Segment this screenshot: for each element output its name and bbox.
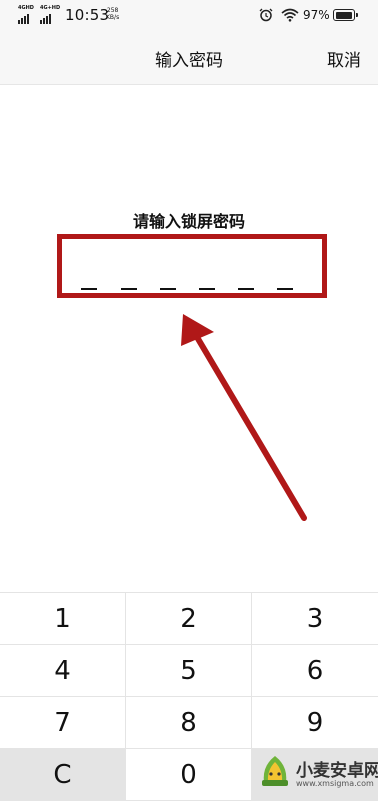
- cancel-button[interactable]: 取消: [327, 46, 361, 71]
- cellular-signal-1-icon: 4GHD: [18, 5, 36, 24]
- watermark-logo-icon: [262, 756, 288, 786]
- key-9[interactable]: 9: [252, 697, 378, 749]
- cellular-signal-2-icon: 4G+HD: [40, 5, 61, 24]
- wifi-icon: [281, 8, 299, 22]
- pin-input[interactable]: [57, 234, 327, 298]
- signal-1-tag: 4GHD: [18, 5, 34, 11]
- key-7[interactable]: 7: [0, 697, 126, 749]
- key-0[interactable]: 0: [126, 749, 252, 801]
- network-speed: 258 KB/s: [106, 7, 119, 21]
- signal-2-tag: 4G+HD: [40, 5, 61, 11]
- title-bar: 输入密码 取消: [0, 34, 378, 85]
- alarm-icon: [259, 8, 273, 22]
- watermark-text: 小麦安卓网: [296, 761, 378, 781]
- status-time: 10:53: [65, 6, 110, 24]
- battery-icon: [333, 9, 358, 21]
- pin-digit-slot: [121, 288, 137, 290]
- pin-digit-slot: [199, 288, 215, 290]
- pin-digit-slot: [160, 288, 176, 290]
- status-bar: 4GHD 4G+HD 10:53 258 KB/s 97%: [0, 0, 378, 34]
- pin-digit-slot: [238, 288, 254, 290]
- page-title: 输入密码: [155, 51, 223, 71]
- key-4[interactable]: 4: [0, 645, 126, 697]
- key-5[interactable]: 5: [126, 645, 252, 697]
- clear-key[interactable]: C: [0, 749, 126, 801]
- pin-digit-slot: [81, 288, 97, 290]
- key-8[interactable]: 8: [126, 697, 252, 749]
- watermark-url: www.xmsigma.com: [296, 779, 374, 788]
- pin-prompt-label: 请输入锁屏密码: [132, 212, 245, 231]
- battery-percent: 97%: [303, 8, 330, 22]
- network-speed-value: 258: [106, 7, 119, 14]
- key-2[interactable]: 2: [126, 593, 252, 645]
- key-1[interactable]: 1: [0, 593, 126, 645]
- watermark: 小麦安卓网 www.xmsigma.com: [258, 752, 378, 796]
- key-6[interactable]: 6: [252, 645, 378, 697]
- network-speed-unit: KB/s: [106, 14, 120, 21]
- key-3[interactable]: 3: [252, 593, 378, 645]
- pin-digit-slot: [277, 288, 293, 290]
